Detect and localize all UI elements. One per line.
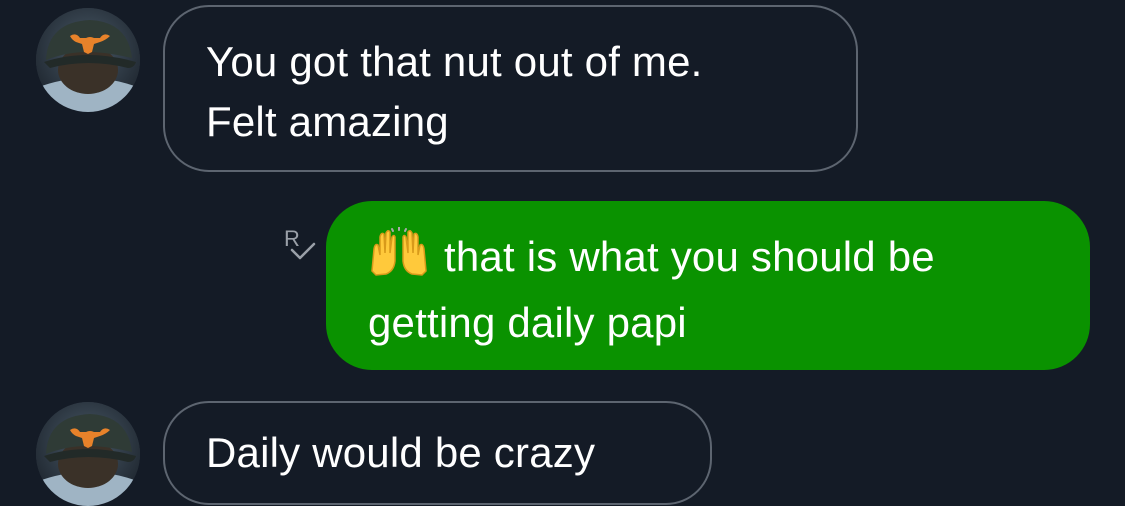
- message-text-segment: that is what you should be: [444, 233, 935, 280]
- message-text-line: You got that nut out of me.: [206, 38, 703, 85]
- outgoing-message-bubble[interactable]: that is what you should be getting daily…: [326, 201, 1090, 370]
- contact-avatar[interactable]: [36, 402, 140, 506]
- incoming-message-bubble[interactable]: Daily would be crazy: [163, 401, 712, 505]
- conversation-thread: You got that nut out of me. Felt amazing…: [0, 0, 1125, 506]
- contact-avatar[interactable]: [36, 8, 140, 112]
- message-text-line: that is what you should be: [368, 226, 1060, 293]
- message-text-line: getting daily papi: [368, 299, 687, 346]
- read-receipt-icon: R: [282, 224, 320, 264]
- incoming-message-bubble[interactable]: You got that nut out of me. Felt amazing: [163, 5, 858, 172]
- message-text-line: Daily would be crazy: [206, 429, 596, 476]
- read-receipt-letter: R: [284, 226, 300, 251]
- raising-hands-emoji: [368, 226, 430, 293]
- avatar-image: [36, 402, 140, 506]
- avatar-image: [36, 8, 140, 112]
- message-text-line: Felt amazing: [206, 98, 449, 145]
